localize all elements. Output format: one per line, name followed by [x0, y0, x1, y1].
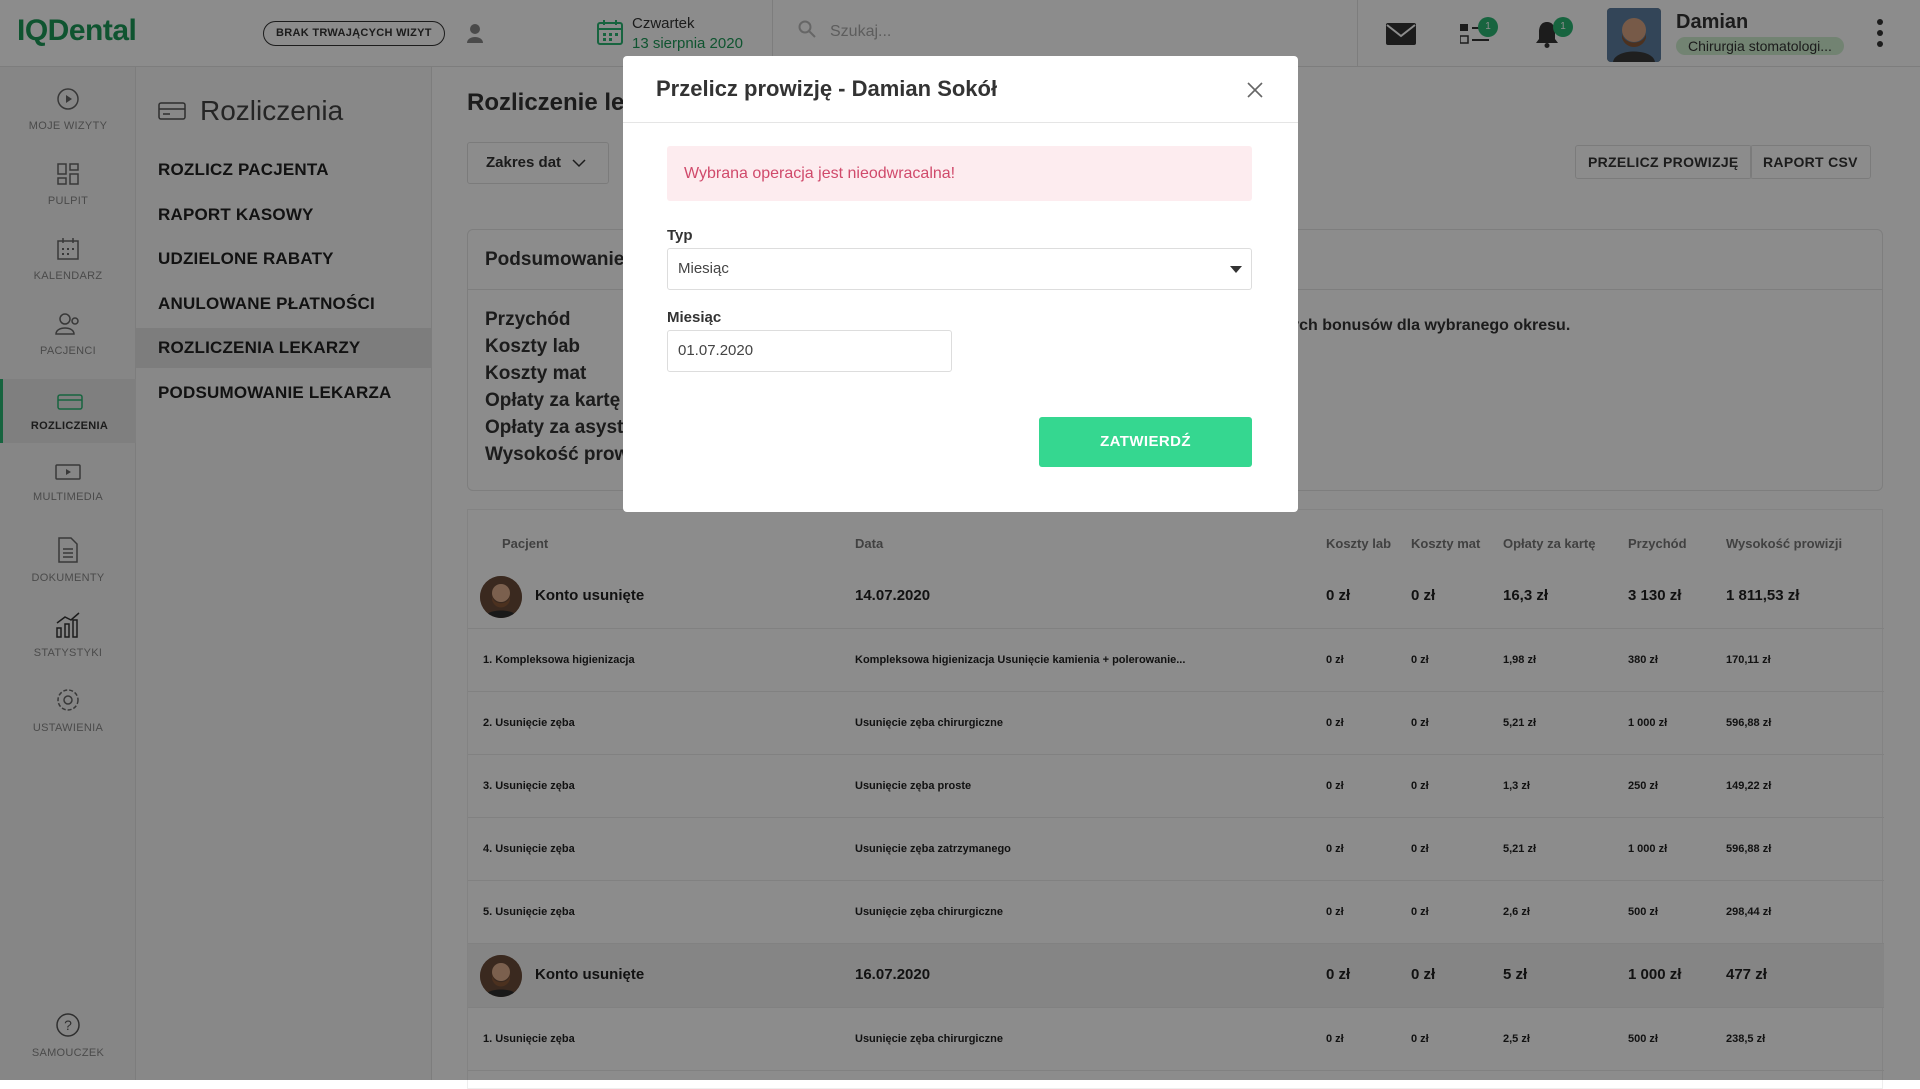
type-select-value: Miesiąc	[678, 260, 729, 277]
type-label: Typ	[667, 227, 693, 244]
type-select[interactable]: Miesiąc	[667, 248, 1252, 290]
modal-title: Przelicz prowizję - Damian Sokół	[656, 76, 998, 101]
month-label: Miesiąc	[667, 309, 722, 326]
irreversible-warning: Wybrana operacja jest nieodwracalna!	[667, 146, 1252, 201]
close-icon[interactable]	[1243, 78, 1267, 102]
modal-header: Przelicz prowizję - Damian Sokół	[623, 56, 1298, 123]
month-input[interactable]: 01.07.2020	[667, 330, 952, 372]
recalc-commission-modal: Przelicz prowizję - Damian Sokół Wybrana…	[623, 56, 1298, 512]
caret-down-icon	[1230, 266, 1242, 273]
confirm-button[interactable]: ZATWIERDŹ	[1039, 417, 1252, 467]
